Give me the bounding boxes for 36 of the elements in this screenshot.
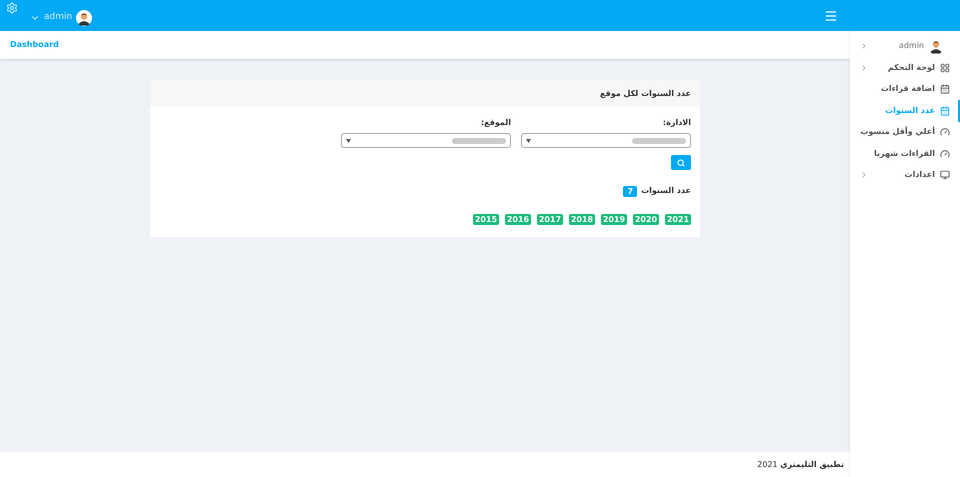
- blurred-value-drawing: [632, 136, 686, 144]
- field-label: الادارة:: [662, 117, 691, 129]
- menu-icon[interactable]: [824, 8, 838, 22]
- card-title: عدد السنوات لكل موقع: [600, 88, 691, 100]
- gauge-icon: [940, 127, 950, 138]
- search-icon: [677, 158, 685, 166]
- search-button[interactable]: [671, 155, 691, 170]
- blurred-value-drawing: [452, 136, 506, 144]
- year-badge: 2015: [473, 214, 499, 225]
- caret-icon: [526, 138, 531, 142]
- sidebar-item[interactable]: القراءات شهريا: [850, 143, 960, 164]
- year-badge: 2017: [537, 214, 563, 225]
- sidebar-item[interactable]: لوحة التحكم: [850, 57, 960, 78]
- select-field[interactable]: [341, 133, 511, 148]
- chevron-right-icon[interactable]: [860, 42, 868, 50]
- year-badge: 2019: [601, 214, 627, 225]
- sidebar-item[interactable]: اضافة قراءات: [850, 78, 960, 100]
- grid-icon: [940, 62, 950, 73]
- year-badge: 2016: [505, 214, 531, 225]
- select-field[interactable]: [521, 133, 691, 148]
- calendar-icon: [940, 84, 950, 94]
- year-badge: 2021: [665, 214, 691, 225]
- year-badge: 2018: [569, 214, 595, 225]
- settings-icon[interactable]: [6, 2, 18, 14]
- monitor-icon: [940, 170, 950, 180]
- sidebar-item[interactable]: اعدادات: [850, 164, 960, 186]
- sidebar-item[interactable]: أعلي وأقل منسوب: [850, 122, 960, 143]
- caret-icon: [346, 138, 351, 142]
- count-label: عدد السنوات: [641, 185, 691, 197]
- calendar-icon: [940, 106, 950, 116]
- user-avatar: [76, 10, 92, 26]
- count-badge: 7: [623, 186, 638, 196]
- sidebar-user-name[interactable]: admin: [898, 40, 924, 52]
- field-label: الموقع:: [480, 117, 511, 129]
- year-badge: 2020: [633, 214, 659, 225]
- gauge-icon: [940, 148, 950, 159]
